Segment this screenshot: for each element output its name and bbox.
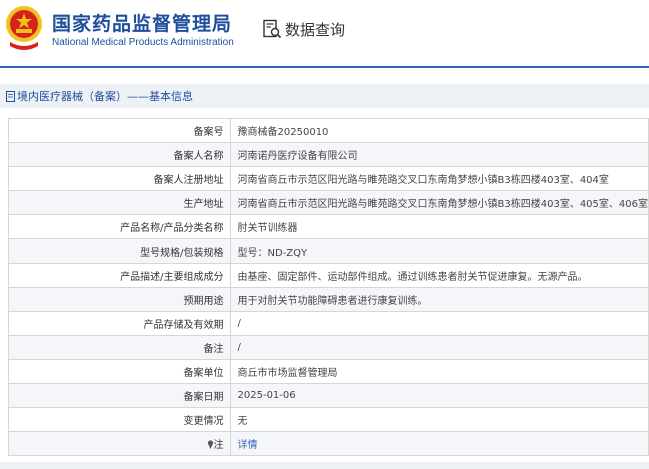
row-label-note: 注 — [8, 431, 231, 457]
row-label: 注 — [213, 440, 224, 452]
row-label: 备案人注册地址 — [8, 166, 231, 192]
row-value: 型号：ND-ZQY — [229, 238, 649, 264]
row-value: 河南省商丘市示范区阳光路与睢苑路交叉口东南角梦想小镇B3栋四楼403室、404室 — [229, 166, 649, 192]
row-label: 备案日期 — [8, 383, 231, 409]
row-label: 产品名称/产品分类名称 — [8, 214, 231, 240]
table-row: 备注 / — [8, 334, 649, 360]
row-label: 型号规格/包装规格 — [8, 238, 231, 264]
row-label: 变更情况 — [8, 407, 231, 433]
row-value: 肘关节训练器 — [229, 214, 649, 240]
table-row: 备案人注册地址 河南省商丘市示范区阳光路与睢苑路交叉口东南角梦想小镇B3栋四楼40… — [8, 166, 649, 192]
table-row: 备案日期 2025-01-06 — [8, 383, 649, 409]
row-value: 详情 — [229, 431, 649, 457]
row-label: 产品描述/主要组成成分 — [8, 262, 231, 288]
row-value: 豫商械备20250010 — [229, 117, 649, 144]
document-icon — [6, 90, 15, 102]
table-row: 备案单位 商丘市市场监督管理局 — [8, 358, 649, 385]
table-row: 产品描述/主要组成成分 由基座、固定部件、运动部件组成。通过训练患者肘关节促进康复… — [8, 262, 649, 288]
national-emblem-icon — [6, 6, 42, 50]
footer-bar — [0, 462, 649, 469]
pin-icon — [207, 440, 213, 450]
table-row: 变更情况无 — [8, 407, 649, 433]
table-row: 注 详情 — [8, 431, 649, 457]
row-label: 备案单位 — [8, 358, 231, 385]
search-document-icon — [263, 19, 282, 39]
row-value: 无 — [229, 407, 649, 433]
breadcrumb: 境内医疗器械（备案）——基本信息 — [0, 84, 649, 108]
row-value: 河南诺丹医疗设备有限公司 — [229, 142, 649, 168]
row-label: 产品存储及有效期 — [8, 310, 231, 336]
data-query-link[interactable]: 数据查询 — [262, 18, 345, 40]
table-row: 产品存储及有效期 / — [8, 310, 649, 336]
row-value: / — [229, 334, 649, 360]
site-header: 国家药品监督管理局 National Medical Products Admi… — [0, 0, 649, 58]
row-value: / — [229, 310, 649, 336]
breadcrumb-text: 境内医疗器械（备案）——基本信息 — [17, 90, 193, 103]
row-label: 生产地址 — [8, 190, 231, 216]
row-label: 备注 — [8, 334, 231, 360]
table-row: 备案号 豫商械备20250010 — [8, 117, 649, 144]
header-divider — [0, 66, 649, 68]
table-row: 生产地址 河南省商丘市示范区阳光路与睢苑路交叉口东南角梦想小镇B3栋四楼403室、… — [8, 190, 649, 216]
breadcrumb-item: 境内医疗器械（备案）——基本信息 — [6, 88, 193, 104]
row-value: 商丘市市场监督管理局 — [229, 358, 649, 385]
table-row: 备案人名称 河南诺丹医疗设备有限公司 — [8, 142, 649, 168]
row-label: 备案人名称 — [8, 142, 231, 168]
row-label: 备案号 — [8, 117, 231, 144]
table-row: 型号规格/包装规格 型号：ND-ZQY — [8, 238, 649, 264]
details-link[interactable]: 详情 — [238, 440, 258, 451]
row-value: 用于对肘关节功能障碍患者进行康复训练。 — [229, 286, 649, 312]
site-title: 国家药品监督管理局 — [52, 13, 233, 35]
row-value: 由基座、固定部件、运动部件组成。通过训练患者肘关节促进康复。无源产品。 — [229, 262, 649, 288]
row-value: 2025-01-06 — [229, 383, 649, 409]
info-table: 备案号 豫商械备20250010 备案人名称 河南诺丹医疗设备有限公司 备案人注册地… — [8, 117, 649, 457]
table-row: 预期用途 用于对肘关节功能障碍患者进行康复训练。 — [8, 286, 649, 312]
row-value: 河南省商丘市示范区阳光路与睢苑路交叉口东南角梦想小镇B3栋四楼403室、405室… — [229, 190, 649, 216]
data-query-label: 数据查询 — [285, 20, 346, 39]
site-subtitle: National Medical Products Administration — [52, 37, 234, 48]
table-row: 产品名称/产品分类名称 肘关节训练器 — [8, 214, 649, 240]
row-label: 预期用途 — [8, 286, 231, 312]
